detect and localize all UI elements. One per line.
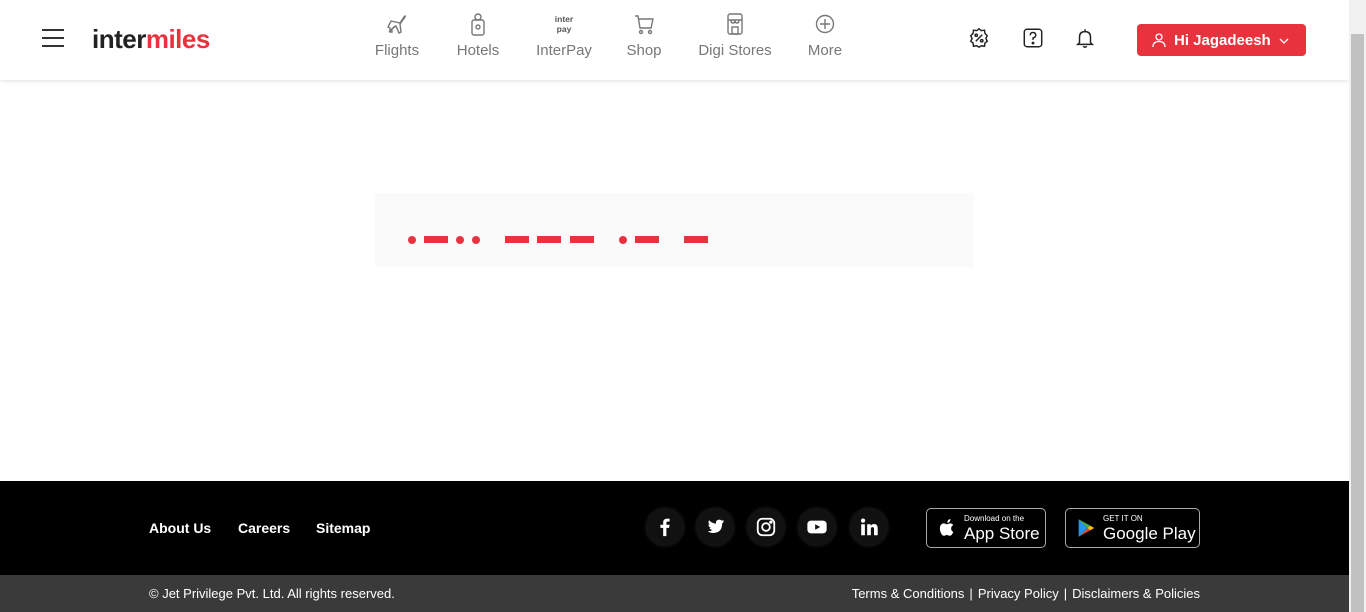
user-menu-button[interactable]: Hi Jagadeesh [1137,24,1306,56]
loader-dash [424,236,448,243]
app-store-badge[interactable]: Download on the App Store [926,508,1046,548]
nav-flights[interactable]: Flights [373,12,421,59]
intermiles-logo[interactable]: intermiles [92,24,210,55]
loader-dash [570,236,594,243]
loader-dot [408,236,416,244]
loader-dot [619,236,627,244]
bell-icon[interactable] [1074,27,1096,49]
percent-badge-icon[interactable] [968,27,990,49]
facebook-icon[interactable] [647,509,683,545]
nav-flights-label: Flights [374,42,420,59]
loader-dash [505,236,529,243]
google-play-badge[interactable]: GET IT ON Google Play [1065,508,1200,548]
google-play-icon [1075,517,1097,539]
footer-link-sitemap[interactable]: Sitemap [316,520,370,536]
google-play-big-text: Google Play [1103,523,1196,543]
loading-panel [375,193,974,267]
nav-digi-stores-label: Digi Stores [698,42,772,59]
scrollbar-thumb[interactable] [1351,34,1364,612]
user-icon [1151,32,1167,48]
nav-hotels[interactable]: Hotels [455,12,501,59]
nav-digi-stores[interactable]: Digi Stores [697,12,773,59]
nav-more[interactable]: More [807,12,843,59]
terms-link[interactable]: Terms & Conditions [852,586,965,601]
nav-hotels-label: Hotels [456,42,500,59]
linkedin-icon[interactable] [851,509,887,545]
top-header: intermiles Flights Hotels inter pay Inter… [0,0,1349,80]
svg-text:inter: inter [555,14,574,24]
footer-link-about-us[interactable]: About Us [149,520,211,536]
legal-separator: | [969,586,973,601]
legal-separator: | [1063,586,1068,601]
loader-dash [537,236,561,243]
nav-interpay-label: InterPay [536,42,592,59]
user-greeting: Hi Jagadeesh [1174,31,1271,49]
page: intermiles Flights Hotels inter pay Inter… [0,0,1366,612]
loader-dot [472,236,480,244]
instagram-icon[interactable] [748,509,784,545]
google-play-small-text: GET IT ON [1103,513,1143,523]
vertical-scrollbar[interactable] [1349,0,1366,612]
loader-dash [684,236,708,243]
interpay-icon: inter pay [552,12,576,36]
loader-dash [635,236,659,243]
cart-icon [632,12,656,36]
loader-dot [456,236,464,244]
privacy-policy-link[interactable]: Privacy Policy [978,586,1059,601]
legal-links: Terms & Conditions | Privacy Policy | Di… [852,586,1200,601]
svg-text:pay: pay [557,24,572,34]
door-hanger-icon [466,12,490,36]
youtube-icon[interactable] [799,509,835,545]
footer: About Us Careers Sitemap Download on the… [0,481,1349,575]
apple-icon [936,517,958,539]
copyright-text: © Jet Privilege Pvt. Ltd. All rights res… [149,586,395,601]
plus-circle-icon [813,12,837,36]
app-store-small-text: Download on the [964,513,1025,523]
plane-icon [385,12,409,36]
app-store-big-text: App Store [964,523,1040,543]
twitter-icon[interactable] [697,509,733,545]
chevron-down-icon [1278,34,1290,46]
nav-interpay[interactable]: inter pay InterPay [535,12,593,59]
nav-shop-label: Shop [626,42,662,59]
disclaimers-link[interactable]: Disclaimers & Policies [1072,586,1200,601]
nav-more-label: More [807,42,843,59]
footer-link-careers[interactable]: Careers [238,520,290,536]
store-icon [723,12,747,36]
hamburger-menu-icon[interactable] [42,29,64,49]
help-icon[interactable] [1022,27,1044,49]
bottom-bar: © Jet Privilege Pvt. Ltd. All rights res… [0,575,1349,612]
nav-shop[interactable]: Shop [625,12,663,59]
